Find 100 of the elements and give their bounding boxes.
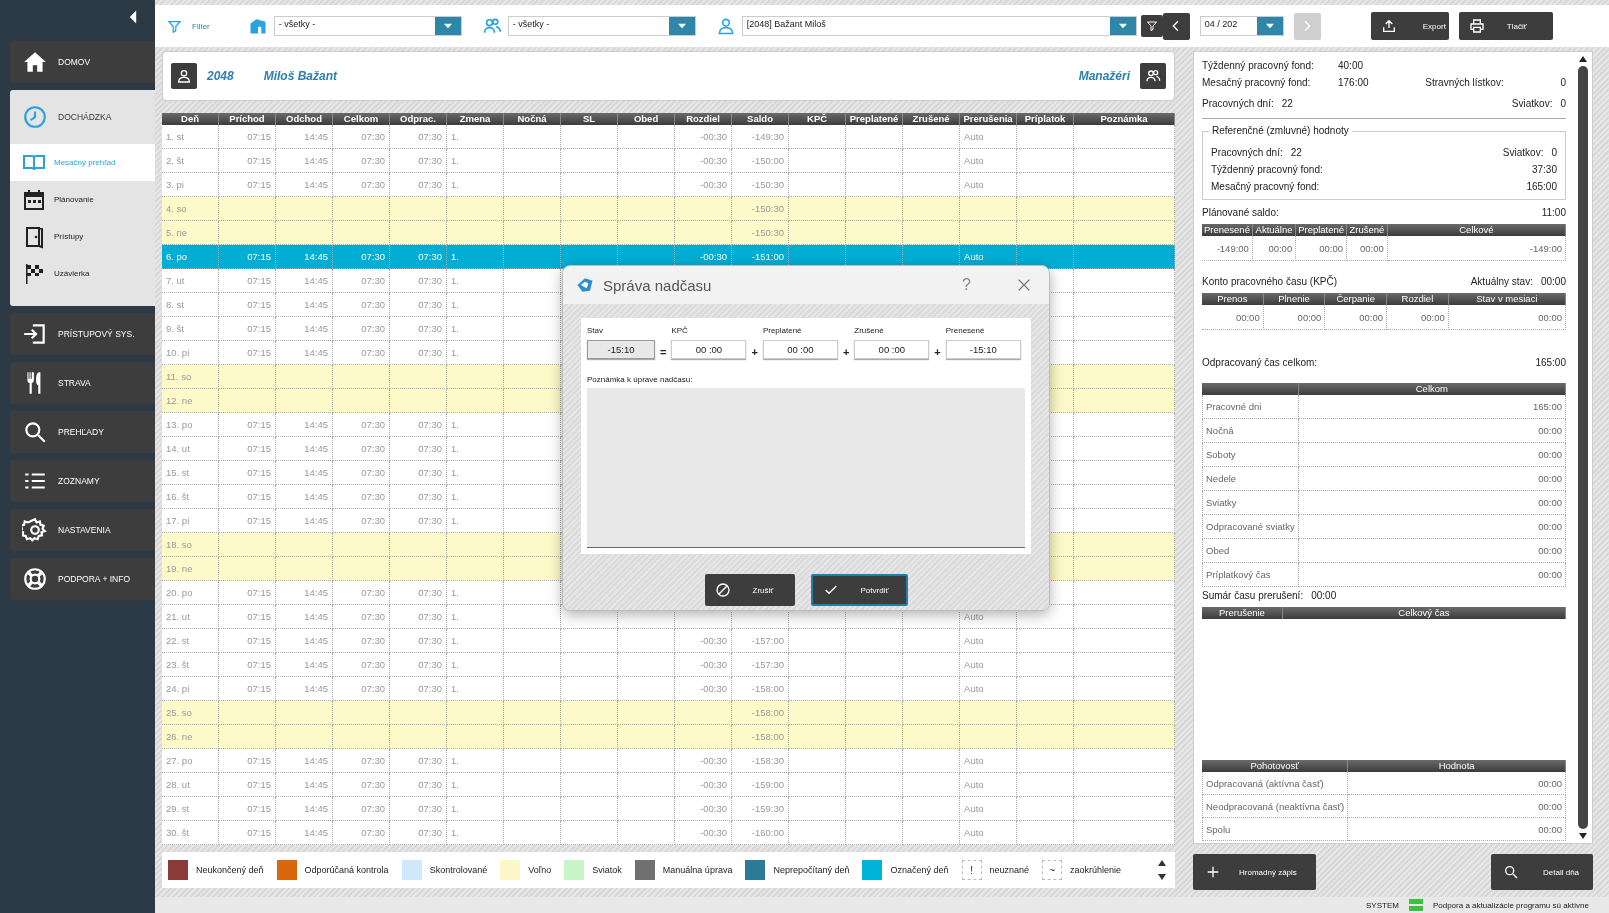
table-cell: 07:15 (247, 515, 271, 526)
table-cell: 00:00 (1347, 236, 1388, 261)
table-cell: -159:30 (751, 803, 785, 814)
table-cell: -157:30 (751, 659, 785, 670)
table-cell: -158:00 (751, 731, 785, 742)
table-cell: 00:00 (1252, 236, 1297, 261)
table-cell: 14:45 (304, 155, 328, 166)
table-cell: 07:15 (247, 635, 271, 646)
table-cell: 00:00 (1448, 305, 1566, 330)
operator-sign: + (842, 346, 850, 359)
summary-value: 22 (1290, 147, 1302, 158)
table-cell: -00:30 (700, 659, 728, 670)
table-cell: 14:45 (304, 299, 328, 310)
table-cell: 27. po (166, 755, 193, 766)
summary-value: 165:00 (1526, 181, 1557, 192)
column-header: Čerpanie (1325, 293, 1388, 305)
table-cell: 21. ut (166, 611, 190, 622)
table-cell: 1. (451, 587, 459, 598)
summary-value: 0 (1551, 147, 1557, 158)
table-cell: 4. so (166, 203, 187, 214)
summary-label: Stravných lístkov: (1425, 77, 1504, 88)
summary-value: 0 (1560, 98, 1566, 109)
table-cell: Auto (964, 803, 984, 814)
table-cell: 6. po (166, 251, 188, 262)
legend-label: Manuálna úprava (662, 865, 733, 875)
table-cell: 07:15 (247, 251, 271, 262)
table-cell: 23. št (166, 659, 190, 670)
operator-sign: = (660, 346, 667, 359)
table-cell: -149:00 (1387, 236, 1566, 261)
table-cell: 2. št (166, 155, 184, 166)
table-cell: 15. st (166, 467, 190, 478)
table-cell: Auto (964, 683, 984, 694)
field-label: Zrušené (854, 326, 885, 335)
table-cell: -149:00 (1202, 236, 1253, 261)
table-cell: 00:00 (1298, 563, 1566, 587)
table-cell: -00:30 (700, 755, 728, 766)
table-cell: 3. pi (166, 179, 184, 190)
table-cell: -150:30 (751, 227, 785, 238)
table-cell: 07:15 (247, 419, 271, 430)
table-cell: 07:30 (418, 587, 442, 598)
table-cell: Príplatkový čas (1202, 563, 1299, 587)
table-cell: 1. (451, 659, 459, 670)
table-cell: 14:45 (304, 683, 328, 694)
table-cell: 07:30 (418, 155, 442, 166)
table-cell: 00:00 (1348, 772, 1566, 795)
table-cell: 00:00 (1298, 467, 1566, 491)
table-cell: 1. (451, 779, 459, 790)
table-cell: -00:30 (700, 131, 728, 142)
legend-label: Označený deň (890, 865, 949, 875)
table-cell: 07:15 (247, 299, 271, 310)
table-cell: Auto (964, 635, 984, 646)
table-cell: 07:30 (361, 659, 385, 670)
summary-value: 00:00 (1311, 590, 1337, 601)
table-cell: 1. (451, 611, 459, 622)
column-header: Preplatené (1296, 224, 1348, 236)
table-cell: 22. st (166, 635, 190, 646)
summary-value: 00:00 (1540, 276, 1566, 287)
table-cell: 07:30 (418, 827, 442, 838)
table-cell: 07:30 (361, 827, 385, 838)
table-cell: Soboty (1202, 443, 1299, 467)
table-cell: -151:00 (751, 251, 785, 262)
note-label: Poznámka k úprave nadčasu: (587, 375, 694, 384)
column-header: Prerušenie (1202, 607, 1283, 619)
table-cell: 1. (451, 347, 459, 358)
column-header: Celkové (1387, 224, 1566, 236)
table-cell: 28. ut (166, 779, 190, 790)
table-cell: 07:15 (247, 659, 271, 670)
table-cell: Nedele (1202, 467, 1299, 491)
table-cell: 14:45 (304, 659, 328, 670)
table-cell: 9. št (166, 323, 184, 334)
table-cell: Odpracované sviatky (1202, 515, 1299, 539)
table-cell: 14:45 (304, 587, 328, 598)
table-cell: 18. so (166, 539, 192, 550)
table-cell: 1. (451, 635, 459, 646)
table-cell: Nočná (1202, 419, 1299, 443)
table-cell: 00:00 (1298, 491, 1566, 515)
table-cell: 07:15 (247, 755, 271, 766)
table-cell: -00:30 (700, 683, 728, 694)
table-cell: 1. (451, 323, 459, 334)
table-cell: 14:45 (304, 755, 328, 766)
section-title: Sumár času prerušení: (1202, 590, 1304, 601)
column-header: Celkom (1298, 383, 1566, 395)
table-cell: Neodpracovaná (neaktívna časť) (1202, 795, 1349, 818)
summary-label: Sviatkov: (1502, 147, 1544, 158)
table-cell: 14:45 (304, 323, 328, 334)
table-cell: 07:30 (418, 251, 442, 262)
table-cell: 5. ne (166, 227, 188, 238)
status-message: Podpora a aktualizácie programu sú aktívne (1432, 900, 1589, 910)
table-cell: Odpracovaná (aktívna časť) (1202, 772, 1349, 795)
legend-label: Skontrolované (429, 865, 488, 875)
status-user: SYSTEM (1366, 900, 1399, 910)
column-header: Zrušené (1347, 224, 1388, 236)
column-header: Plnenie (1263, 293, 1326, 305)
table-cell: 16. št (166, 491, 190, 502)
legend-label: Odporúčaná kontrola (304, 865, 389, 875)
summary-label: Mesačný pracovný fond: (1202, 77, 1312, 88)
table-cell: 07:15 (247, 179, 271, 190)
table-cell: 07:15 (247, 779, 271, 790)
table-cell: 14:45 (304, 491, 328, 502)
table-cell: 00:00 (1325, 305, 1388, 330)
